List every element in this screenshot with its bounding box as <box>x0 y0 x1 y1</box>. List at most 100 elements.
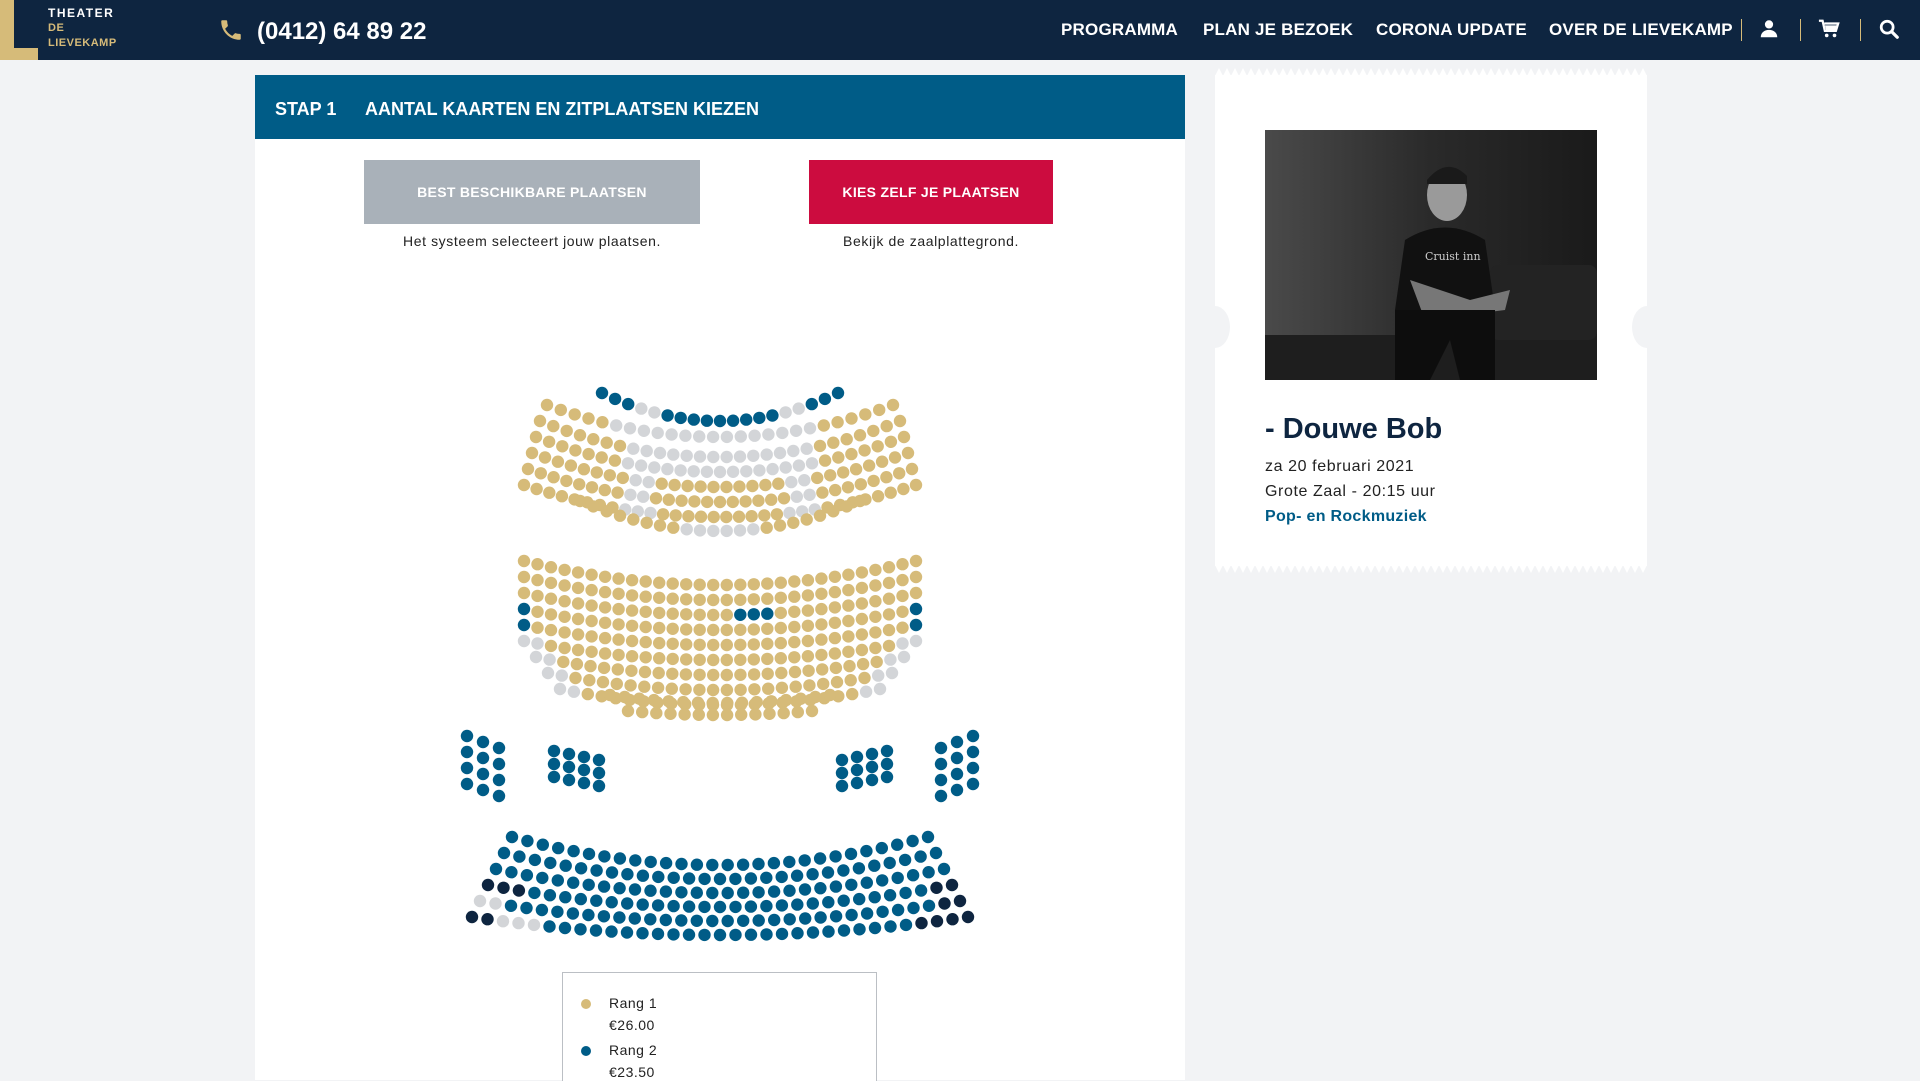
seat[interactable] <box>687 413 700 426</box>
seat[interactable] <box>489 862 503 876</box>
seat[interactable] <box>701 495 714 509</box>
seat[interactable] <box>746 479 759 493</box>
seat[interactable] <box>653 576 666 589</box>
seat[interactable] <box>898 853 912 867</box>
seat[interactable] <box>496 915 510 928</box>
seat[interactable] <box>937 862 951 876</box>
seat[interactable] <box>666 667 679 680</box>
seat[interactable] <box>880 757 894 771</box>
seat[interactable] <box>621 897 634 910</box>
seat[interactable] <box>747 578 760 591</box>
seat[interactable] <box>618 690 631 704</box>
seat[interactable] <box>817 677 830 691</box>
seat[interactable] <box>961 910 975 924</box>
seat[interactable] <box>585 645 598 658</box>
seat[interactable] <box>792 459 806 472</box>
seat[interactable] <box>556 440 569 453</box>
seat[interactable] <box>873 682 887 696</box>
user-icon[interactable] <box>1758 18 1780 40</box>
seat[interactable] <box>747 449 760 462</box>
seat[interactable] <box>720 623 733 637</box>
seat[interactable] <box>844 674 857 687</box>
seat[interactable] <box>520 901 533 915</box>
seat[interactable] <box>531 637 544 650</box>
seat[interactable] <box>612 648 625 662</box>
seat[interactable] <box>551 874 564 887</box>
seat[interactable] <box>608 392 622 406</box>
seat[interactable] <box>624 679 637 692</box>
seat[interactable] <box>659 856 673 870</box>
seat[interactable] <box>893 467 906 480</box>
seat[interactable] <box>473 894 487 908</box>
seat[interactable] <box>845 447 858 461</box>
seat[interactable] <box>736 858 750 871</box>
seat[interactable] <box>582 412 595 425</box>
seat[interactable] <box>639 620 652 634</box>
seat[interactable] <box>720 708 734 722</box>
seat[interactable] <box>541 666 555 680</box>
seat[interactable] <box>543 889 557 902</box>
seat[interactable] <box>853 923 866 936</box>
seat[interactable] <box>934 789 948 803</box>
seat[interactable] <box>835 779 849 793</box>
seat[interactable] <box>707 668 720 682</box>
seat[interactable] <box>529 430 543 444</box>
seat[interactable] <box>858 671 871 685</box>
seat[interactable] <box>666 577 679 590</box>
seat[interactable] <box>560 474 573 488</box>
seat[interactable] <box>747 523 760 536</box>
seat[interactable] <box>621 868 634 881</box>
seat[interactable] <box>766 462 779 476</box>
seat[interactable] <box>735 696 749 709</box>
seat[interactable] <box>788 590 801 603</box>
seat[interactable] <box>674 411 687 425</box>
seat[interactable] <box>772 477 785 490</box>
seat[interactable] <box>934 757 948 771</box>
seat[interactable] <box>882 561 896 574</box>
seat[interactable] <box>605 925 618 938</box>
seat[interactable] <box>647 693 661 707</box>
seat[interactable] <box>706 858 719 872</box>
seat[interactable] <box>737 886 750 899</box>
seat[interactable] <box>842 645 855 658</box>
seat[interactable] <box>805 704 819 718</box>
seat[interactable] <box>571 612 585 626</box>
seat[interactable] <box>845 908 858 922</box>
seat[interactable] <box>815 602 828 616</box>
seat[interactable] <box>883 856 896 870</box>
seat[interactable] <box>476 735 490 749</box>
seat[interactable] <box>543 920 556 933</box>
seat[interactable] <box>803 422 817 435</box>
seat[interactable] <box>592 766 606 780</box>
seat[interactable] <box>653 606 666 620</box>
seat[interactable] <box>888 451 902 464</box>
seat[interactable] <box>531 573 544 587</box>
seat[interactable] <box>909 554 923 568</box>
seat[interactable] <box>798 883 812 896</box>
seat[interactable] <box>859 408 872 421</box>
seat[interactable] <box>531 558 544 571</box>
seat[interactable] <box>517 618 531 632</box>
seat[interactable] <box>873 403 886 417</box>
seat[interactable] <box>681 479 694 493</box>
seat[interactable] <box>875 455 889 468</box>
seat[interactable] <box>460 745 474 759</box>
seat[interactable] <box>625 634 639 648</box>
seat[interactable] <box>655 477 668 490</box>
seat[interactable] <box>740 413 753 426</box>
seat[interactable] <box>625 650 639 663</box>
seat[interactable] <box>688 495 701 508</box>
seat[interactable] <box>788 575 801 588</box>
seat[interactable] <box>720 524 733 538</box>
seat[interactable] <box>860 876 873 889</box>
seat[interactable] <box>828 631 842 645</box>
seat[interactable] <box>680 523 693 536</box>
seat[interactable] <box>667 871 680 884</box>
seat[interactable] <box>530 482 543 496</box>
seat[interactable] <box>800 513 813 526</box>
cart-icon[interactable] <box>1818 18 1840 40</box>
seat[interactable] <box>880 744 894 758</box>
seat[interactable] <box>749 708 762 721</box>
seat[interactable] <box>779 406 792 419</box>
seat[interactable] <box>666 622 679 635</box>
